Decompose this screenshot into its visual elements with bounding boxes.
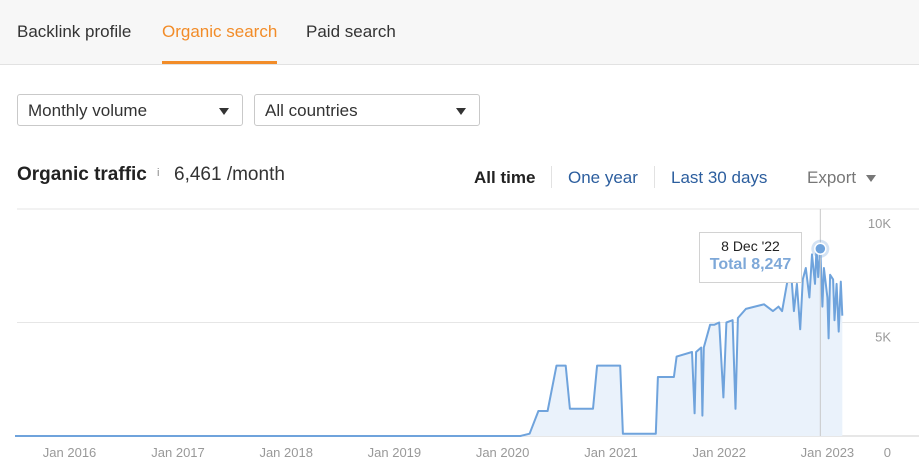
x-tick-label: Jan 2020 xyxy=(476,445,530,460)
highlight-point xyxy=(814,242,827,256)
x-tick-label: Jan 2022 xyxy=(692,445,746,460)
volume-select-value: Monthly volume xyxy=(28,101,148,120)
chart-title: Organic traffic xyxy=(17,164,147,185)
range-divider xyxy=(551,166,552,188)
countries-select-value: All countries xyxy=(265,101,358,120)
volume-select[interactable]: Monthly volume xyxy=(17,94,243,126)
range-one-year[interactable]: One year xyxy=(568,168,638,188)
export-button[interactable]: Export xyxy=(807,168,877,188)
countries-select[interactable]: All countries xyxy=(254,94,480,126)
x-tick-label: Jan 2019 xyxy=(368,445,422,460)
tooltip-date: 8 Dec '22 xyxy=(721,238,780,254)
tooltip-total: Total 8,247 xyxy=(709,256,792,273)
y-tick-label: 0 xyxy=(884,445,891,460)
y-tick-label: 5K xyxy=(875,330,891,345)
range-all-time[interactable]: All time xyxy=(474,168,535,188)
traffic-value: 6,461 /month xyxy=(174,164,285,185)
chevron-down-icon xyxy=(866,175,877,183)
tab-organic-search[interactable]: Organic search xyxy=(162,0,278,64)
x-tick-label: Jan 2021 xyxy=(584,445,638,460)
x-tick-label: Jan 2023 xyxy=(801,445,855,460)
tab-backlink-profile[interactable]: Backlink profile xyxy=(17,0,131,64)
export-label: Export xyxy=(807,168,857,187)
tab-bar: Backlink profile Organic search Paid sea… xyxy=(0,0,919,65)
range-divider xyxy=(654,166,655,188)
y-tick-label: 10K xyxy=(868,216,891,231)
x-tick-label: Jan 2018 xyxy=(259,445,313,460)
info-icon[interactable]: i xyxy=(157,167,159,179)
x-tick-label: Jan 2017 xyxy=(151,445,205,460)
x-tick-label: Jan 2016 xyxy=(43,445,97,460)
chevron-down-icon xyxy=(219,108,229,115)
range-last-30-days[interactable]: Last 30 days xyxy=(671,168,767,188)
chevron-down-icon xyxy=(456,108,466,115)
chart-tooltip: 8 Dec '22 Total 8,247 xyxy=(699,232,802,283)
tab-paid-search[interactable]: Paid search xyxy=(306,0,396,64)
